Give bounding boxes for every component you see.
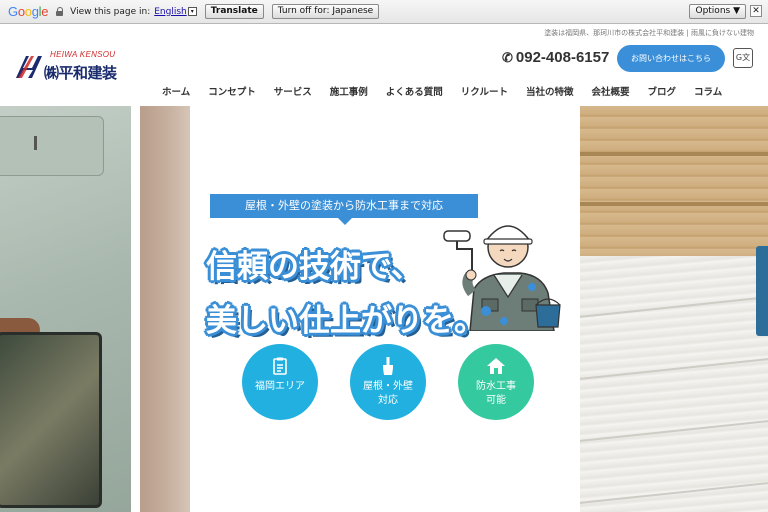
lock-icon [56,7,64,16]
feature-label: 屋根・外壁 [363,381,413,392]
translate-bar: Google View this page in: English ▾ Tran… [0,0,768,24]
hero-banner: 屋根・外壁の塗装から防水工事まで対応 [210,194,478,225]
feature-label: 防水工事 [476,381,516,392]
paint-brush-icon [383,357,393,375]
translate-icon[interactable]: G文 [733,48,753,68]
turn-off-button[interactable]: Turn off for: Japanese [271,4,380,19]
logo-japanese-text: ㈱平和建装 [44,64,117,82]
nav-item-concept[interactable]: コンセプト [208,84,256,98]
feature-label-sub: 対応 [378,395,398,406]
hero-headline-1: 信頼の技術で、 [206,249,422,285]
nav-item-works[interactable]: 施工事例 [330,84,368,98]
phone-number[interactable]: ✆ 092-408-6157 [502,49,609,66]
hero-photo-worker [0,106,131,512]
painter-illustration-icon [443,225,561,331]
feature-circle-roof-wall[interactable]: 屋根・外壁 対応 [350,344,426,420]
clipboard-icon [273,357,287,375]
nav-item-company[interactable]: 会社概要 [592,84,630,98]
nav-item-service[interactable]: サービス [274,84,312,98]
contact-button[interactable]: お問い合わせはこちら [617,45,725,72]
paint-roller-tool [756,246,768,336]
tablet [0,332,102,508]
site-logo[interactable]: HEIWA KENSOU ㈱平和建装 [14,50,144,86]
hero-slider: 屋根・外壁の塗装から防水工事まで対応 信頼の技術で、 美しい仕上がりを。 福岡エ… [0,106,768,512]
phone-text: 092-408-6157 [515,49,610,66]
nav-item-features[interactable]: 当社の特徴 [526,84,574,98]
logo-mark-icon [16,56,42,78]
nav-item-recruit[interactable]: リクルート [461,84,508,98]
translate-prompt: View this page in: [70,6,151,17]
hero-photo-wall [140,106,190,512]
language-link[interactable]: English [154,7,187,17]
feature-circle-area[interactable]: 福岡エリア [242,344,318,420]
google-logo: Google [8,4,49,19]
header-tagline: 塗装は福岡県、那珂川市の株式会社平和建装 | 雨風に負けない建物 [544,29,754,37]
nav-item-column[interactable]: コラム [694,84,722,98]
house-icon [487,358,505,374]
feature-circle-waterproof[interactable]: 防水工事 可能 [458,344,534,420]
nav-item-home[interactable]: ホーム [162,84,190,98]
close-icon[interactable]: ✕ [750,5,762,17]
feature-label: 福岡エリア [255,381,305,392]
hero-photo-siding [580,106,768,512]
feature-label-sub: 可能 [486,395,506,406]
options-button[interactable]: Options ▼ [689,4,746,19]
logo-english-text: HEIWA KENSOU [50,50,116,59]
language-dropdown-icon[interactable]: ▾ [187,7,197,16]
nav-item-faq[interactable]: よくある質問 [386,84,443,98]
nav-item-blog[interactable]: ブログ [648,84,677,98]
pen [34,136,37,150]
shirt-pocket [0,116,104,176]
translate-button[interactable]: Translate [204,4,264,19]
phone-icon: ✆ [502,49,513,65]
site-header: 塗装は福岡県、那珂川市の株式会社平和建装 | 雨風に負けない建物 HEIWA K… [0,24,768,106]
main-nav: ホーム コンセプト サービス 施工事例 よくある質問 リクルート 当社の特徴 会… [162,84,740,98]
